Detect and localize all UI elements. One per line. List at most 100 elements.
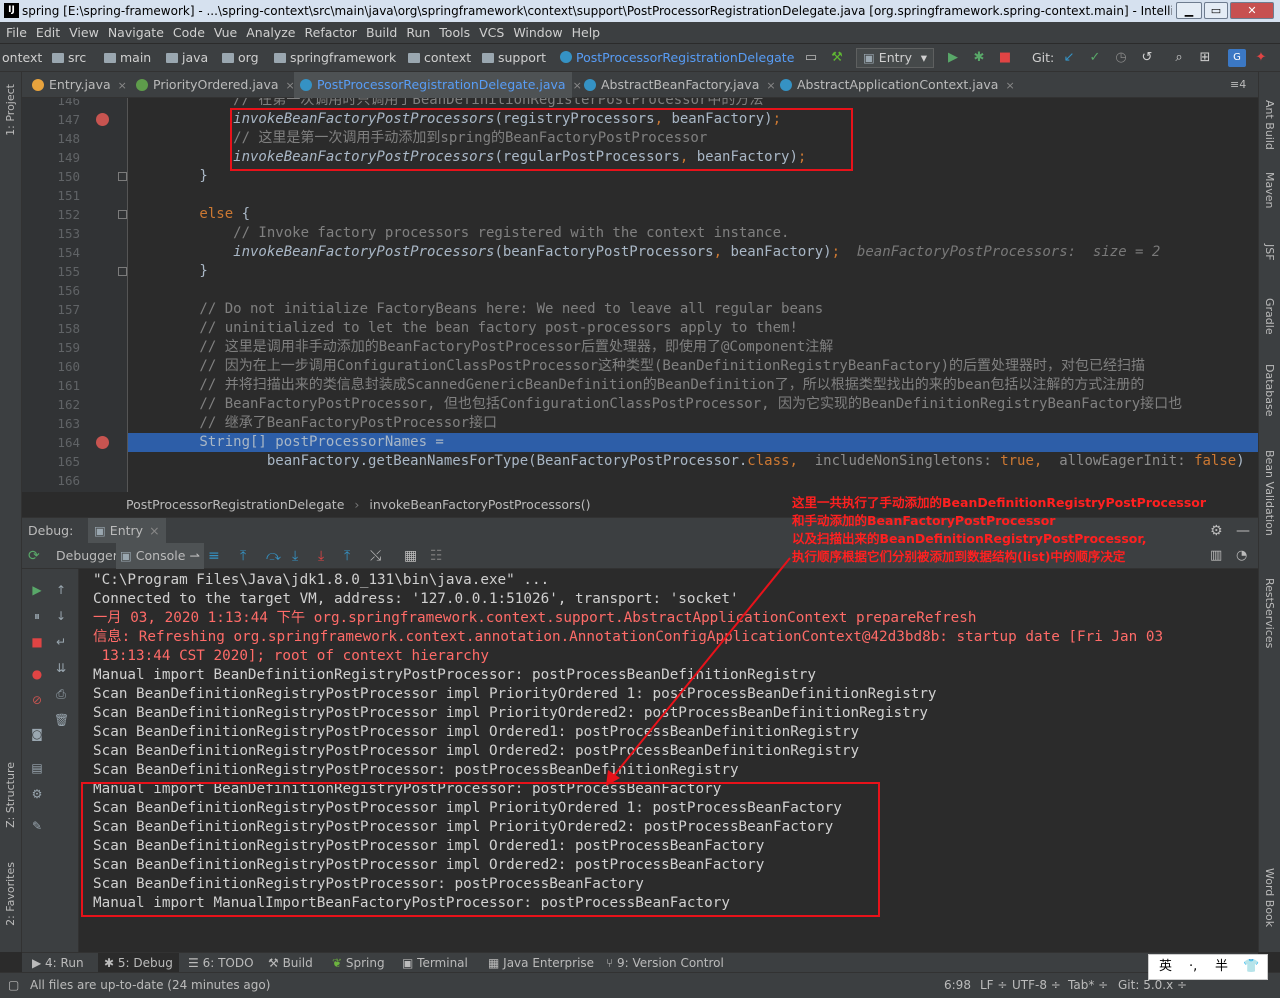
menu-vue[interactable]: Vue [211, 22, 240, 44]
status-square-icon[interactable]: ▢ [8, 973, 19, 997]
scroll-to-end-icon[interactable]: ⇊ [54, 661, 68, 675]
tool-spring[interactable]: ❦ Spring [332, 953, 385, 973]
menu-tools[interactable]: Tools [436, 22, 473, 44]
close-icon[interactable]: × [1005, 79, 1014, 92]
tab-overflow-indicator[interactable]: ≡4 [1230, 72, 1246, 98]
bean-validation-tool-button[interactable]: Bean Validation [1263, 450, 1276, 536]
menu-navigate[interactable]: Navigate [105, 22, 167, 44]
nav-crumb-src[interactable]: src [52, 44, 86, 72]
tool-version-control[interactable]: ⑂ 9: Version Control [606, 953, 724, 973]
force-step-into-icon[interactable]: ⤓ [318, 543, 324, 569]
tab-abstractapplicationcontext-java[interactable]: AbstractApplicationContext.java × [774, 72, 1015, 98]
translate-icon[interactable]: G [1228, 49, 1246, 67]
breadcrumb-class[interactable]: PostProcessorRegistrationDelegate [126, 497, 344, 512]
run-icon[interactable]: ▶ [944, 49, 962, 67]
fold-marker-icon[interactable] [118, 210, 127, 219]
favorites-tool-button[interactable]: 2: Favorites [4, 862, 17, 926]
breakpoint-icon[interactable] [96, 113, 109, 126]
nav-crumb-org[interactable]: org [222, 44, 259, 72]
structure-tool-button[interactable]: Z: Structure [4, 762, 17, 828]
maximize-button[interactable]: ▭ [1204, 2, 1228, 19]
trace-icon[interactable]: ☷ [430, 543, 443, 569]
line-separator[interactable]: LF ÷ [980, 973, 1007, 997]
hammer-build-icon[interactable]: ⚒ [828, 49, 846, 67]
step-over-icon[interactable]: ⤼ [266, 543, 281, 569]
jsf-tool-button[interactable]: JSF [1263, 244, 1276, 261]
fold-marker-icon[interactable] [118, 172, 127, 181]
scroll-up-icon[interactable]: ↑ [54, 583, 68, 597]
ime-skin-icon[interactable]: 👕 [1243, 955, 1259, 979]
close-icon[interactable]: × [118, 79, 127, 92]
project-tool-button[interactable]: 1: Project [4, 84, 17, 136]
tab-console[interactable]: ▣ Console ⇀ [116, 543, 204, 569]
vcs-update-icon[interactable]: ↙ [1060, 49, 1078, 67]
print-icon[interactable]: ⎙ [54, 687, 68, 701]
run-config-select[interactable]: ▣ Entry ▾ [856, 48, 934, 68]
nav-crumb-support[interactable]: support [482, 44, 546, 72]
menu-view[interactable]: View [66, 22, 102, 44]
tool-java-enterprise[interactable]: ▦ Java Enterprise [488, 953, 594, 973]
nav-crumb-context[interactable]: ontext [2, 44, 42, 72]
revert-icon[interactable]: ↺ [1138, 49, 1156, 67]
file-encoding[interactable]: UTF-8 ÷ [1012, 973, 1061, 997]
window-layout-icon[interactable]: ▭ [802, 49, 820, 67]
menu-file[interactable]: File [3, 22, 30, 44]
step-out-icon[interactable]: ⤒ [344, 543, 350, 569]
menu-window[interactable]: Window [510, 22, 565, 44]
nav-crumb-springframework[interactable]: springframework [274, 44, 396, 72]
vcs-commit-icon[interactable]: ✓ [1086, 49, 1104, 67]
caret-position[interactable]: 6:98 [944, 973, 971, 997]
gear-icon[interactable]: ⚙ [30, 787, 44, 801]
plugin-icon[interactable]: ✦ [1252, 49, 1270, 67]
ime-lang[interactable]: 英 [1159, 955, 1172, 979]
nav-crumb-context-pkg[interactable]: context [408, 44, 471, 72]
evaluate-expression-icon[interactable]: ▦ [404, 543, 417, 569]
breakpoint-icon[interactable] [96, 436, 109, 449]
menu-code[interactable]: Code [170, 22, 208, 44]
maven-tool-button[interactable]: Maven [1263, 172, 1276, 208]
indent-setting[interactable]: Tab* ÷ [1068, 973, 1108, 997]
menu-vcs[interactable]: VCS [476, 22, 507, 44]
tool-build[interactable]: ⚒ Build [268, 953, 313, 973]
rerun-icon[interactable]: ⟳ [28, 543, 40, 569]
tab-entry-java[interactable]: Entry.java × [26, 72, 127, 98]
menu-lines-icon[interactable]: ≡ [208, 543, 220, 569]
tab-postprocessorregistrationdelegate-java[interactable]: PostProcessorRegistrationDelegate.java × [294, 72, 582, 98]
layout-settings-icon[interactable]: ▤ [30, 761, 44, 775]
menu-edit[interactable]: Edit [33, 22, 63, 44]
stop-icon[interactable]: ■ [30, 635, 44, 649]
trash-icon[interactable]: 🗑 [54, 713, 69, 727]
scroll-down-icon[interactable]: ↓ [54, 609, 68, 623]
history-icon[interactable]: ◷ [1112, 49, 1130, 67]
tab-debugger[interactable]: Debugger [56, 543, 118, 569]
soft-wrap-icon[interactable]: ↵ [54, 635, 68, 649]
nav-crumb-main[interactable]: main [104, 44, 151, 72]
database-tool-button[interactable]: Database [1263, 364, 1276, 417]
ime-width[interactable]: 半 [1215, 955, 1228, 979]
menu-run[interactable]: Run [403, 22, 433, 44]
view-breakpoints-icon[interactable]: ● [30, 667, 44, 681]
resume-icon[interactable]: ▶ [30, 583, 44, 597]
word-book-tool-button[interactable]: Word Book [1263, 868, 1276, 927]
camera-icon[interactable]: ◙ [30, 727, 44, 741]
tab-priorityordered-java[interactable]: PriorityOrdered.java × [130, 72, 295, 98]
ime-punct[interactable]: ·, [1189, 955, 1197, 979]
rest-services-tool-button[interactable]: RestServices [1263, 578, 1276, 648]
nav-crumb-java[interactable]: java [166, 44, 208, 72]
menu-build[interactable]: Build [363, 22, 400, 44]
debug-session-tab[interactable]: ▣ Entry × [88, 518, 166, 544]
menu-analyze[interactable]: Analyze [243, 22, 298, 44]
pin-tab-icon[interactable]: ✎ [30, 819, 44, 833]
debug-bug-icon[interactable]: ✱ [970, 49, 988, 67]
tool-debug[interactable]: ✱ 5: Debug [98, 953, 179, 973]
pause-icon[interactable]: ⏸ [30, 609, 44, 623]
tab-abstractbeanfactory-java[interactable]: AbstractBeanFactory.java × [578, 72, 776, 98]
show-execution-point-icon[interactable]: ⤒ [240, 543, 246, 569]
close-icon[interactable]: × [149, 523, 159, 538]
minimize-button[interactable]: ▁ [1176, 2, 1202, 19]
menu-refactor[interactable]: Refactor [302, 22, 360, 44]
tool-run[interactable]: ▶ 4: Run [32, 953, 84, 973]
fold-marker-icon[interactable] [118, 267, 127, 276]
nav-crumb-class[interactable]: PostProcessorRegistrationDelegate [560, 44, 794, 72]
breadcrumb-method[interactable]: invokeBeanFactoryPostProcessors() [369, 497, 590, 512]
